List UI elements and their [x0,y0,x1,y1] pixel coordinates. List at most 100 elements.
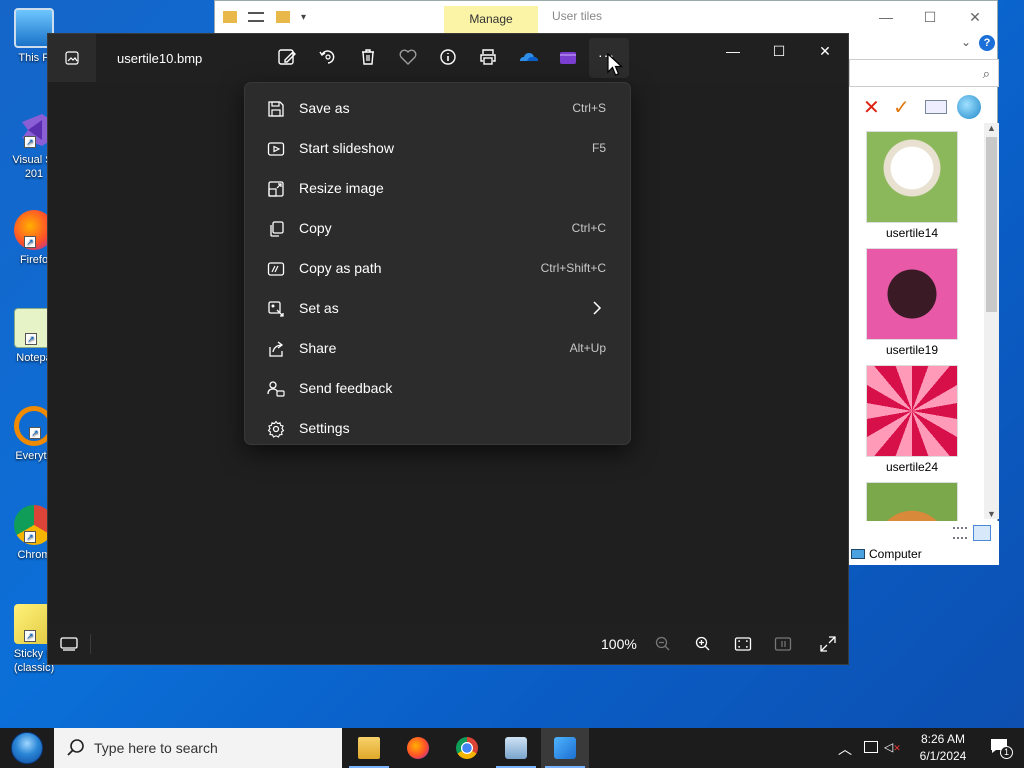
scroll-down-icon[interactable]: ▼ [984,509,999,519]
menu-item-send-feedback[interactable]: Send feedback [249,371,628,407]
help-icon[interactable]: ? [979,35,995,51]
edit-icon [278,49,296,65]
clock-time: 8:26 AM [920,732,966,746]
menu-item-shortcut: Ctrl+Shift+C [540,261,606,275]
copy-path-icon [267,262,285,276]
menu-item-label: Set as [299,300,339,316]
firefox-icon [407,737,429,759]
start-button[interactable] [0,728,54,768]
menu-item-resize-image[interactable]: Resize image [249,171,628,207]
list-item[interactable]: usertile14 [866,131,958,240]
filmstrip-button[interactable] [60,636,78,657]
chevron-up-icon[interactable]: ︿ [838,739,852,759]
favorite-button[interactable] [397,46,421,70]
menu-item-settings[interactable]: Settings [249,411,628,447]
system-tray: ︿ ◁✕ 8:26 AM 6/1/2024 1 [824,728,1024,768]
file-explorer-icon [358,737,380,759]
file-info-button[interactable] [437,46,461,70]
minimize-button[interactable]: — [871,7,901,27]
taskbar-firefox[interactable] [394,728,442,768]
zoom-in-icon [695,636,710,651]
slideshow-icon [267,142,285,156]
fit-to-window-button[interactable] [734,635,752,653]
menu-item-label: Share [299,340,337,356]
file-list: usertile14 usertile19 usertile24 [849,121,984,521]
zoom-out-button[interactable] [654,635,672,653]
chevron-down-icon[interactable]: ⌄ [961,35,971,49]
maximize-button[interactable]: ☐ [915,7,945,27]
checkmark-icon[interactable]: ✓ [893,95,910,120]
file-name: usertile14 [885,226,939,240]
explorer-toolbar: ✕ ✓ [849,93,999,121]
menu-item-share[interactable]: Share Alt+Up [249,331,628,367]
fit-icon [734,637,752,651]
menu-item-label: Send feedback [299,380,393,396]
vertical-scrollbar[interactable]: ▲ ▼ [984,123,999,519]
window-title: User tiles [552,9,603,23]
actual-size-button[interactable] [774,635,792,653]
new-folder-icon[interactable] [275,10,290,23]
print-button[interactable] [477,46,501,70]
scrollbar-thumb[interactable] [986,137,997,312]
minimize-button[interactable]: — [718,42,748,66]
clipchamp-button[interactable] [557,46,581,70]
rename-icon[interactable] [925,100,947,114]
menu-item-set-as[interactable]: Set as [249,291,628,327]
onedrive-button[interactable] [517,46,541,70]
taskbar-control-panel[interactable] [492,728,540,768]
action-center-button[interactable]: 1 [990,738,1013,759]
file-name: usertile10.bmp [117,51,203,66]
photos-app-icon[interactable] [48,34,96,82]
quick-access-toolbar[interactable]: ▾ [223,9,323,25]
volume-muted-icon[interactable]: ◁✕ [884,740,901,754]
list-item[interactable]: usertile24 [866,365,958,474]
chevron-down-icon[interactable]: ▾ [301,12,306,23]
search-input[interactable]: ⌕ [849,59,999,87]
zoom-in-button[interactable] [694,635,712,653]
zoom-level[interactable]: 100% [601,636,637,652]
printer-icon [480,49,496,65]
taskbar-search-input[interactable]: Type here to search [54,728,342,768]
properties-icon[interactable] [248,11,265,22]
delete-icon[interactable]: ✕ [863,95,880,120]
menu-item-save-as[interactable]: Save as Ctrl+S [249,91,628,127]
photos-icon [554,737,576,759]
taskbar-file-explorer[interactable] [345,728,393,768]
full-screen-button[interactable] [819,635,837,653]
taskbar-clock[interactable]: 8:26 AM 6/1/2024 [908,731,978,765]
tiles-view-icon[interactable] [973,525,991,541]
see-more-menu: Save as Ctrl+S Start slideshow F5 Resize… [244,82,631,445]
computer-icon [851,549,865,559]
chrome-icon [456,737,478,759]
close-button[interactable]: ✕ [960,7,990,27]
view-toggle[interactable] [953,525,993,541]
info-icon [440,49,456,65]
globe-icon[interactable] [957,95,981,119]
status-location: Computer [851,547,922,561]
menu-item-start-slideshow[interactable]: Start slideshow F5 [249,131,628,167]
rotate-button[interactable] [317,46,341,70]
gear-icon [267,420,285,438]
photos-bottom-bar: 100% [48,624,848,664]
edit-image-button[interactable] [276,46,300,70]
control-panel-icon [505,737,527,759]
taskbar-chrome[interactable] [443,728,491,768]
list-item[interactable] [866,482,958,521]
details-view-icon[interactable] [953,527,967,539]
scroll-up-icon[interactable]: ▲ [984,123,999,133]
rotate-icon [319,50,335,64]
tab-manage[interactable]: Manage [444,6,538,33]
taskbar-photos[interactable] [541,728,589,768]
close-button[interactable]: ✕ [810,42,840,66]
maximize-button[interactable]: ☐ [764,42,794,66]
menu-item-copy[interactable]: Copy Ctrl+C [249,211,628,247]
menu-item-copy-as-path[interactable]: Copy as path Ctrl+Shift+C [249,251,628,287]
delete-button[interactable] [357,46,381,70]
folder-icon [223,10,237,23]
network-icon[interactable] [864,741,878,753]
menu-item-shortcut: Alt+Up [569,341,606,355]
ribbon-collapsed: ⌄ ? [849,33,999,55]
list-item[interactable]: usertile19 [866,248,958,357]
resize-icon [268,181,284,197]
file-name: usertile24 [885,460,939,474]
